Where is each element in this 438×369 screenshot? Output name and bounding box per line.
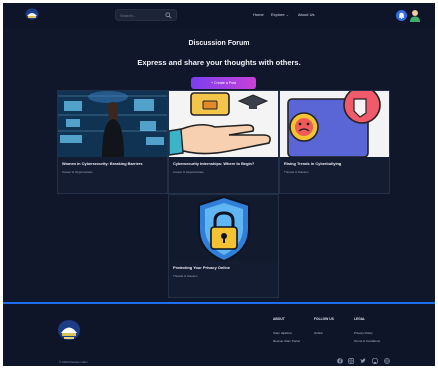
post-card-category: Career & Opportunities <box>173 170 204 174</box>
footer-legal-heading: LEGAL <box>354 317 366 321</box>
page: Home Explore ⌄ About Us Discussion Forum… <box>3 3 435 366</box>
footer-link-terms[interactable]: Terms & Conditions <box>354 339 380 343</box>
page-title: Discussion Forum <box>188 40 250 47</box>
avatar[interactable] <box>409 9 421 22</box>
post-card-category: Threats & Solution <box>173 274 198 278</box>
facebook-icon[interactable] <box>337 358 343 364</box>
footer-follow-heading: FOLLOW US <box>314 317 334 321</box>
post-thumbnail-internship <box>169 91 278 157</box>
footer-link-github[interactable]: Github <box>314 331 323 335</box>
site-logo-icon[interactable] <box>25 8 39 20</box>
footer-link[interactable]: Ulam Hijabina <box>273 331 292 335</box>
post-thumbnail-woman-cybersecurity <box>58 91 167 157</box>
post-card-category: Career & Opportunities <box>62 170 93 174</box>
search-input[interactable] <box>120 11 164 20</box>
post-card-category: Threats & Solution <box>284 170 309 174</box>
footer-about-heading: ABOUT <box>273 317 285 321</box>
post-card[interactable]: Cybersecurity Internships: Where to Begi… <box>168 90 279 194</box>
github-icon[interactable] <box>372 358 378 364</box>
post-card-title[interactable]: Rising Trends in Cyberbullying <box>284 161 388 166</box>
post-card[interactable]: Women in Cybersecurity: Breaking Barrier… <box>57 90 168 194</box>
search-box <box>115 9 177 21</box>
footer-logo-icon[interactable] <box>57 319 81 341</box>
page-subtitle: Express and share your thoughts with oth… <box>137 58 301 67</box>
instagram-icon[interactable] <box>348 358 354 364</box>
nav-explore-dropdown[interactable]: Explore ⌄ <box>271 12 289 17</box>
footer-link-privacy[interactable]: Privacy Policy <box>354 331 373 335</box>
post-card-title[interactable]: Cybersecurity Internships: Where to Begi… <box>173 161 277 166</box>
copyright-text: © 2024 Rescue Ulam <box>59 360 88 364</box>
nav-about-link[interactable]: About Us <box>298 12 314 17</box>
globe-icon[interactable] <box>384 358 390 364</box>
post-card-title[interactable]: Women in Cybersecurity: Breaking Barrier… <box>62 161 166 166</box>
footer: ABOUT Ulam Hijabina Rescue Ulam Portal F… <box>3 302 435 366</box>
bell-icon <box>399 12 404 20</box>
post-thumbnail-cyberbullying <box>280 91 389 157</box>
post-card-title[interactable]: Protecting Your Privacy Online <box>173 265 277 270</box>
post-card[interactable]: Protecting Your Privacy Online Threats &… <box>168 194 279 298</box>
footer-link[interactable]: Rescue Ulam Portal <box>273 339 300 343</box>
notification-button[interactable] <box>396 10 407 21</box>
chevron-down-icon: ⌄ <box>285 12 290 17</box>
nav-explore-label: Explore <box>271 12 285 17</box>
nav-home-link[interactable]: Home <box>253 12 264 17</box>
twitter-icon[interactable] <box>360 358 366 364</box>
post-card[interactable]: Rising Trends in Cyberbullying Threats &… <box>279 90 390 194</box>
search-icon[interactable] <box>165 12 172 19</box>
top-navbar: Home Explore ⌄ About Us <box>3 3 435 27</box>
create-post-button[interactable]: + Create a Post <box>191 77 256 89</box>
post-thumbnail-privacy-lock <box>169 195 278 261</box>
